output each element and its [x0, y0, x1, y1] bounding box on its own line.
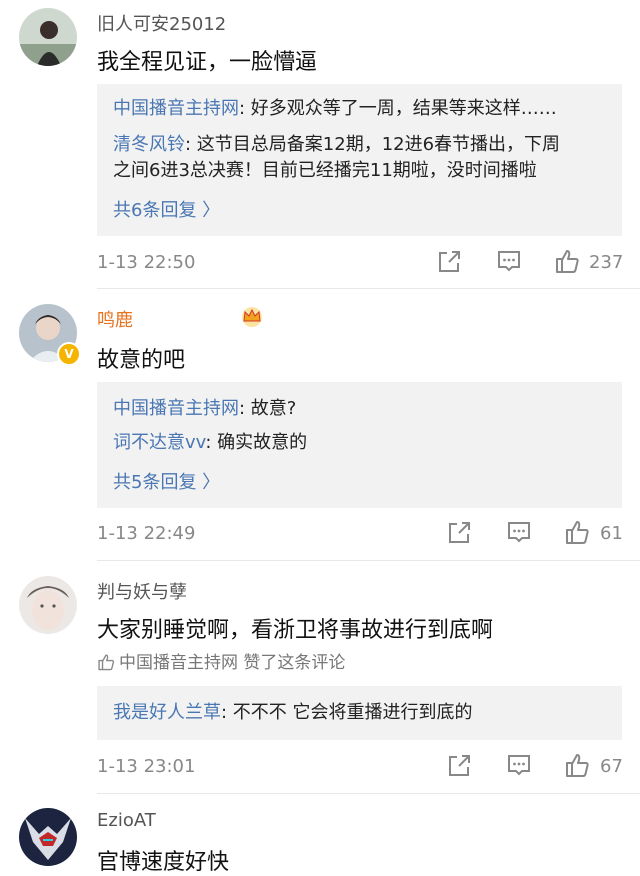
- comment-text: 故意的吧: [97, 348, 186, 373]
- crown-icon: [240, 305, 264, 332]
- divider: [97, 288, 640, 289]
- divider: [97, 793, 640, 794]
- comment-meta: 1-13 22:50 237: [97, 248, 624, 278]
- share-icon[interactable]: [437, 248, 461, 274]
- comment-time: 1-13 22:49: [97, 523, 196, 544]
- username[interactable]: EzioAT: [97, 810, 156, 831]
- liked-by-note: 中国播音主持网 赞了这条评论: [97, 648, 345, 673]
- more-replies-link[interactable]: 共6条回复 〉: [113, 196, 220, 222]
- share-icon[interactable]: [447, 752, 471, 778]
- username[interactable]: 旧人可安25012: [97, 10, 226, 36]
- reply-text: : 好多观众等了一周，结果等来这样……: [239, 98, 557, 119]
- avatar[interactable]: [19, 576, 77, 634]
- comment-time: 1-13 23:01: [97, 756, 196, 777]
- liked-by-text: 中国播音主持网 赞了这条评论: [119, 653, 346, 673]
- reply-author[interactable]: 词不达意vv: [113, 432, 205, 453]
- reply-author[interactable]: 中国播音主持网: [113, 98, 239, 119]
- username[interactable]: 判与妖与孽: [97, 578, 187, 604]
- reply-author[interactable]: 中国播音主持网: [113, 398, 239, 419]
- like-count: 67: [600, 756, 623, 777]
- avatar[interactable]: [19, 8, 77, 66]
- comment-icon[interactable]: [506, 519, 532, 545]
- share-icon[interactable]: [447, 519, 471, 545]
- thumbs-up-icon[interactable]: [554, 248, 580, 274]
- like-count: 61: [600, 523, 623, 544]
- reply-line[interactable]: 我是好人兰草: 不不不 它会将重播进行到底的: [113, 700, 473, 726]
- verified-badge-icon: V: [57, 342, 81, 366]
- like-count: 237: [589, 252, 624, 273]
- reply-text: : 故意?: [239, 398, 297, 419]
- reply-line[interactable]: 清冬风铃: 这节目总局备案12期，12进6春节播出，下周: [113, 132, 560, 158]
- reply-line[interactable]: 中国播音主持网: 故意?: [113, 396, 296, 422]
- reply-box[interactable]: 中国播音主持网: 故意? 词不达意vv: 确实故意的 共5条回复 〉: [97, 382, 622, 508]
- comment-icon[interactable]: [506, 752, 532, 778]
- username[interactable]: 鸣鹿: [97, 306, 262, 332]
- reply-author[interactable]: 我是好人兰草: [113, 702, 221, 723]
- comment-text: 大家别睡觉啊，看浙卫将事故进行到底啊: [97, 618, 494, 643]
- reply-text: : 确实故意的: [205, 432, 308, 453]
- reply-text: : 这节目总局备案12期，12进6春节播出，下周: [185, 134, 561, 155]
- reply-text-continued: 之间6进3总决赛！目前已经播完11期啦，没时间播啦: [113, 160, 537, 181]
- comment-meta: 1-13 23:01 67: [97, 752, 623, 782]
- thumbs-up-icon[interactable]: [564, 752, 590, 778]
- comment-text: 官博速度好快: [97, 850, 230, 875]
- divider: [97, 560, 640, 561]
- thumbs-up-icon[interactable]: [564, 519, 590, 545]
- comment-time: 1-13 22:50: [97, 252, 196, 273]
- reply-author[interactable]: 清冬风铃: [113, 134, 185, 155]
- reply-line[interactable]: 词不达意vv: 确实故意的: [113, 430, 307, 456]
- more-replies-link[interactable]: 共5条回复 〉: [113, 468, 220, 494]
- comment-meta: 1-13 22:49 61: [97, 519, 623, 549]
- reply-box[interactable]: 我是好人兰草: 不不不 它会将重播进行到底的: [97, 686, 622, 740]
- reply-text: : 不不不 它会将重播进行到底的: [221, 702, 473, 723]
- avatar[interactable]: [19, 808, 77, 866]
- comment-icon[interactable]: [496, 248, 522, 274]
- thumbs-up-icon: [98, 654, 115, 671]
- reply-line[interactable]: 中国播音主持网: 好多观众等了一周，结果等来这样……: [113, 96, 557, 122]
- comment-text: 我全程见证，一脸懵逼: [97, 50, 318, 75]
- reply-box[interactable]: 中国播音主持网: 好多观众等了一周，结果等来这样…… 清冬风铃: 这节目总局备案…: [97, 84, 622, 236]
